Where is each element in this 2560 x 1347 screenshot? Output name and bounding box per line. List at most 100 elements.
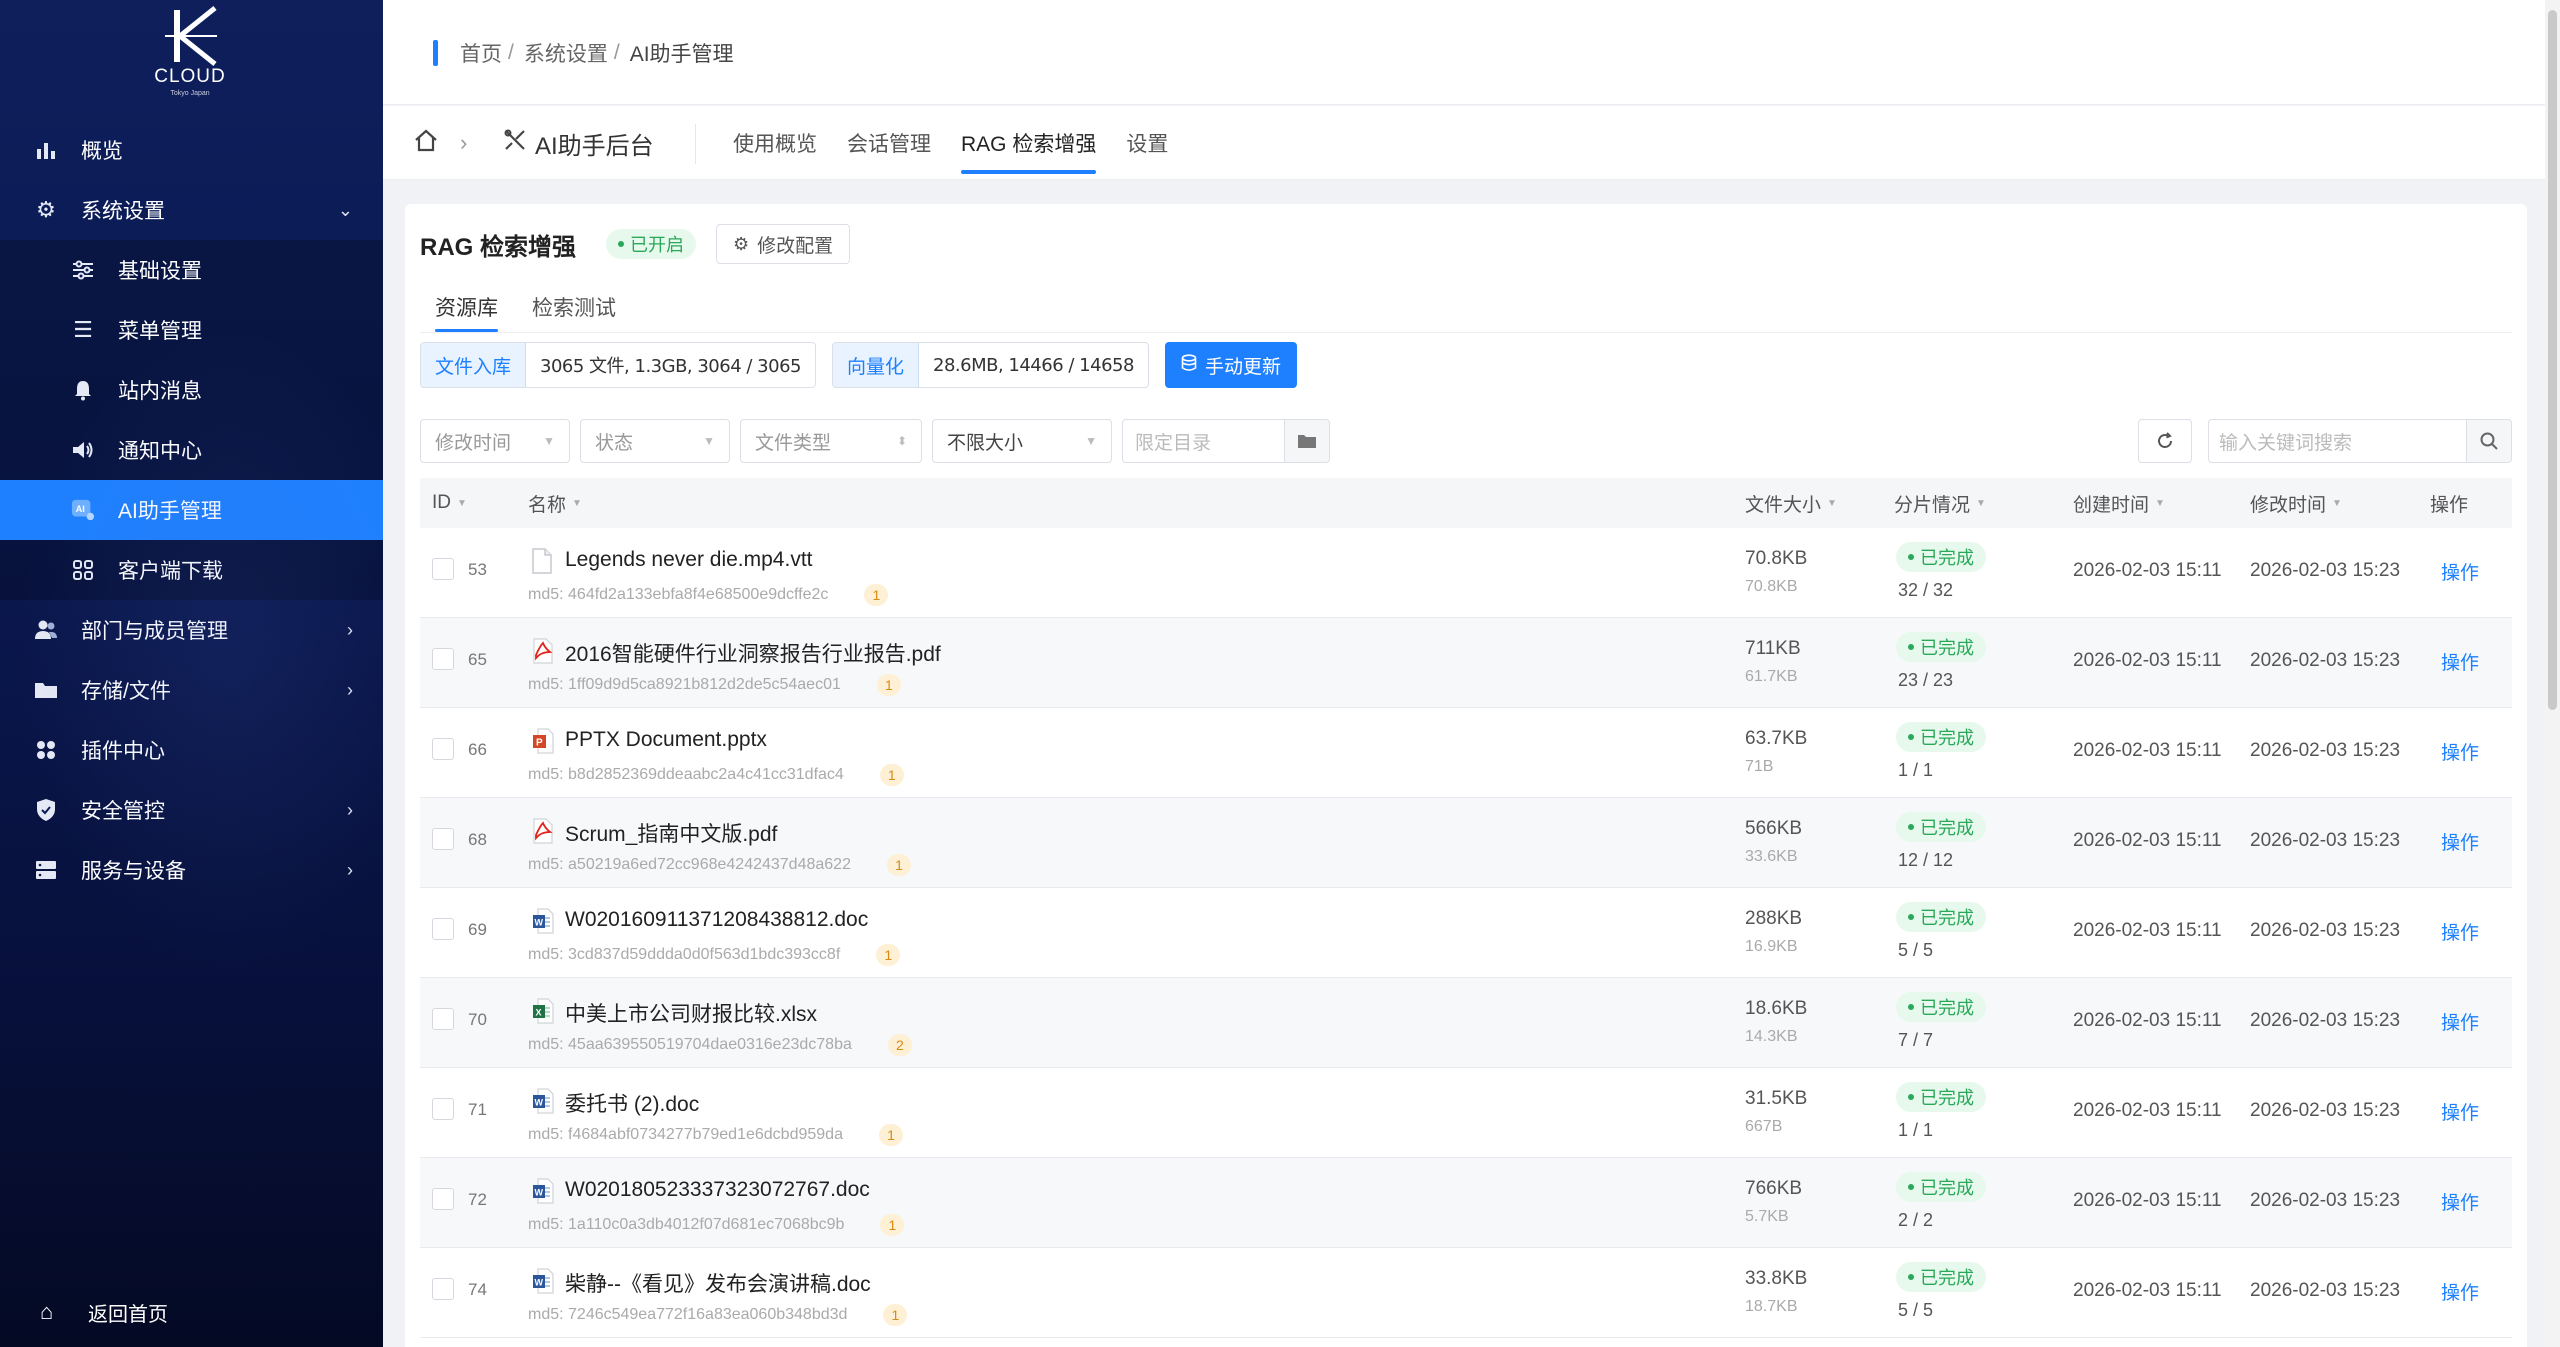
sort-icon: ▼ [457,497,467,509]
sidebar-item-basic-settings[interactable]: 基础设置 [0,240,383,300]
sidebar-item-notification-center[interactable]: 通知中心 [0,420,383,480]
row-action-link[interactable]: 操作 [2441,1098,2479,1125]
refresh-button[interactable] [2138,419,2192,463]
row-checkbox[interactable] [432,828,454,850]
folder-picker-button[interactable] [1284,419,1330,463]
server-icon [34,858,58,882]
file-name[interactable]: 2016智能硬件行业洞察报告行业报告.pdf [565,638,941,668]
sidebar-item-services[interactable]: 服务与设备 › [0,840,383,900]
tab-session-management[interactable]: 会话管理 [847,106,931,180]
row-action-link[interactable]: 操作 [2441,558,2479,585]
row-action-link[interactable]: 操作 [2441,828,2479,855]
svg-text:W: W [535,1098,544,1108]
sidebar-item-label: 存储/文件 [81,680,171,703]
chunk-count: 2 / 2 [1898,1210,1934,1230]
table-row[interactable]: 74 W 柴静--《看见》发布会演讲稿.doc md5: 7246c549ea772f… [420,1248,2512,1338]
row-checkbox[interactable] [432,918,454,940]
row-action-link[interactable]: 操作 [2441,738,2479,765]
row-action-link[interactable]: 操作 [2441,1278,2479,1305]
file-name[interactable]: 委托书 (2).doc [565,1088,699,1118]
file-name[interactable]: Legends never die.mp4.vtt [565,548,813,572]
sidebar-item-departments[interactable]: 部门与成员管理 › [0,600,383,660]
file-name[interactable]: 柴静--《看见》发布会演讲稿.doc [565,1268,871,1298]
sidebar-item-security[interactable]: 安全管控 › [0,780,383,840]
ai-icon: AI [71,498,95,522]
row-action-link[interactable]: 操作 [2441,1008,2479,1035]
row-checkbox[interactable] [432,558,454,580]
table-row[interactable]: 66 P PPTX Document.pptx md5: b8d2852369ddea… [420,708,2512,798]
file-type-select[interactable]: 文件类型 ⬍ [740,419,922,463]
tab-retrieval-test[interactable]: 检索测试 [532,282,616,332]
search-input[interactable]: 输入关键词搜索 [2208,419,2466,463]
row-checkbox[interactable] [432,738,454,760]
status-badge: 已完成 [1896,1172,1986,1202]
text-size: 71B [1745,758,1774,775]
status-select[interactable]: 状态 ▼ [580,419,730,463]
tab-rag[interactable]: RAG 检索增强 [961,106,1097,180]
table-row[interactable]: 68 Scrum_指南中文版.pdf md5: a50219a6ed72cc968e… [420,798,2512,888]
chevron-right-icon: › [347,859,353,880]
sidebar-item-site-messages[interactable]: 站内消息 [0,360,383,420]
table-row[interactable]: 72 W W020180523337323072767.doc md5: 1a110c… [420,1158,2512,1248]
row-checkbox[interactable] [432,1008,454,1030]
caret-down-icon: ▼ [543,434,555,448]
directory-input[interactable]: 限定目录 [1122,419,1284,463]
file-md5: md5: b8d2852369ddeaabc2a4c41cc31dfac4 1 [528,764,904,786]
sidebar-item-client-download[interactable]: 客户端下载 [0,540,383,600]
breadcrumb-home[interactable]: 首页 [460,38,502,68]
app-title[interactable]: AI助手后台 [503,126,654,161]
file-name[interactable]: W020180523337323072767.doc [565,1178,870,1202]
sidebar-item-ai-assistant[interactable]: AI AI助手管理 [0,480,383,540]
sidebar-item-menu-management[interactable]: ☰ 菜单管理 [0,300,383,360]
scrollbar-thumb[interactable] [2548,10,2557,710]
file-icon [532,548,554,574]
header-size[interactable]: 文件大小 ▼ [1745,490,1837,517]
created-time: 2026-02-03 15:11 [2073,1190,2222,1211]
file-size: 766KB [1745,1178,1803,1199]
manual-update-button[interactable]: 手动更新 [1164,342,1297,388]
modified-time-select[interactable]: 修改时间 ▼ [420,419,570,463]
file-name[interactable]: Scrum_指南中文版.pdf [565,818,777,848]
tab-settings[interactable]: 设置 [1126,106,1168,180]
row-action-link[interactable]: 操作 [2441,648,2479,675]
header-name[interactable]: 名称 ▼ [528,490,582,517]
edit-config-button[interactable]: ⚙ 修改配置 [716,224,851,264]
sidebar-item-storage[interactable]: 存储/文件 › [0,660,383,720]
table-body: 53 Legends never die.mp4.vtt md5: 464fd2a1… [420,528,2512,1338]
page-scrollbar[interactable] [2545,0,2560,1347]
row-checkbox[interactable] [432,1188,454,1210]
sidebar-item-plugins[interactable]: 插件中心 [0,720,383,780]
search-button[interactable] [2466,419,2512,463]
file-name[interactable]: W020160911371208438812.doc [565,908,868,932]
row-action-link[interactable]: 操作 [2441,1188,2479,1215]
home-icon[interactable] [413,128,439,161]
header-id[interactable]: ID ▼ [432,492,467,514]
tab-resource-library[interactable]: 资源库 [435,282,498,332]
row-action-link[interactable]: 操作 [2441,918,2479,945]
sidebar-item-label: 客户端下载 [118,560,223,583]
tab-usage-overview[interactable]: 使用概览 [733,106,817,180]
table-row[interactable]: 65 2016智能硬件行业洞察报告行业报告.pdf md5: 1ff09d9d5ca… [420,618,2512,708]
file-name[interactable]: PPTX Document.pptx [565,728,767,752]
breadcrumb-system[interactable]: 系统设置 [524,38,608,68]
text-size: 18.7KB [1745,1298,1798,1315]
status-badge: 已完成 [1896,1082,1986,1112]
sort-icon: ▼ [572,497,582,509]
back-home-link[interactable]: ⌂ 返回首页 [40,1297,168,1327]
logo[interactable]: CLOUD Tokyo Japan [140,6,240,106]
sidebar-item-overview[interactable]: 概览 [0,120,383,180]
header-created[interactable]: 创建时间 ▼ [2073,490,2165,517]
size-select[interactable]: 不限大小 ▼ [932,419,1112,463]
sidebar-item-system-settings[interactable]: ⚙ 系统设置 ⌄ [0,180,383,240]
logo-subtext: Tokyo Japan [170,90,210,97]
table-row[interactable]: 70 X 中美上市公司财报比较.xlsx md5: 45aa639550519704d… [420,978,2512,1068]
row-checkbox[interactable] [432,1278,454,1300]
header-modified[interactable]: 修改时间 ▼ [2250,490,2342,517]
header-chunks[interactable]: 分片情况 ▼ [1894,490,1986,517]
file-name[interactable]: 中美上市公司财报比较.xlsx [565,998,817,1028]
row-checkbox[interactable] [432,1098,454,1120]
table-row[interactable]: 69 W W020160911371208438812.doc md5: 3cd837… [420,888,2512,978]
table-row[interactable]: 53 Legends never die.mp4.vtt md5: 464fd2a1… [420,528,2512,618]
row-checkbox[interactable] [432,648,454,670]
table-row[interactable]: 71 W 委托书 (2).doc md5: f4684abf0734277b79ed1… [420,1068,2512,1158]
